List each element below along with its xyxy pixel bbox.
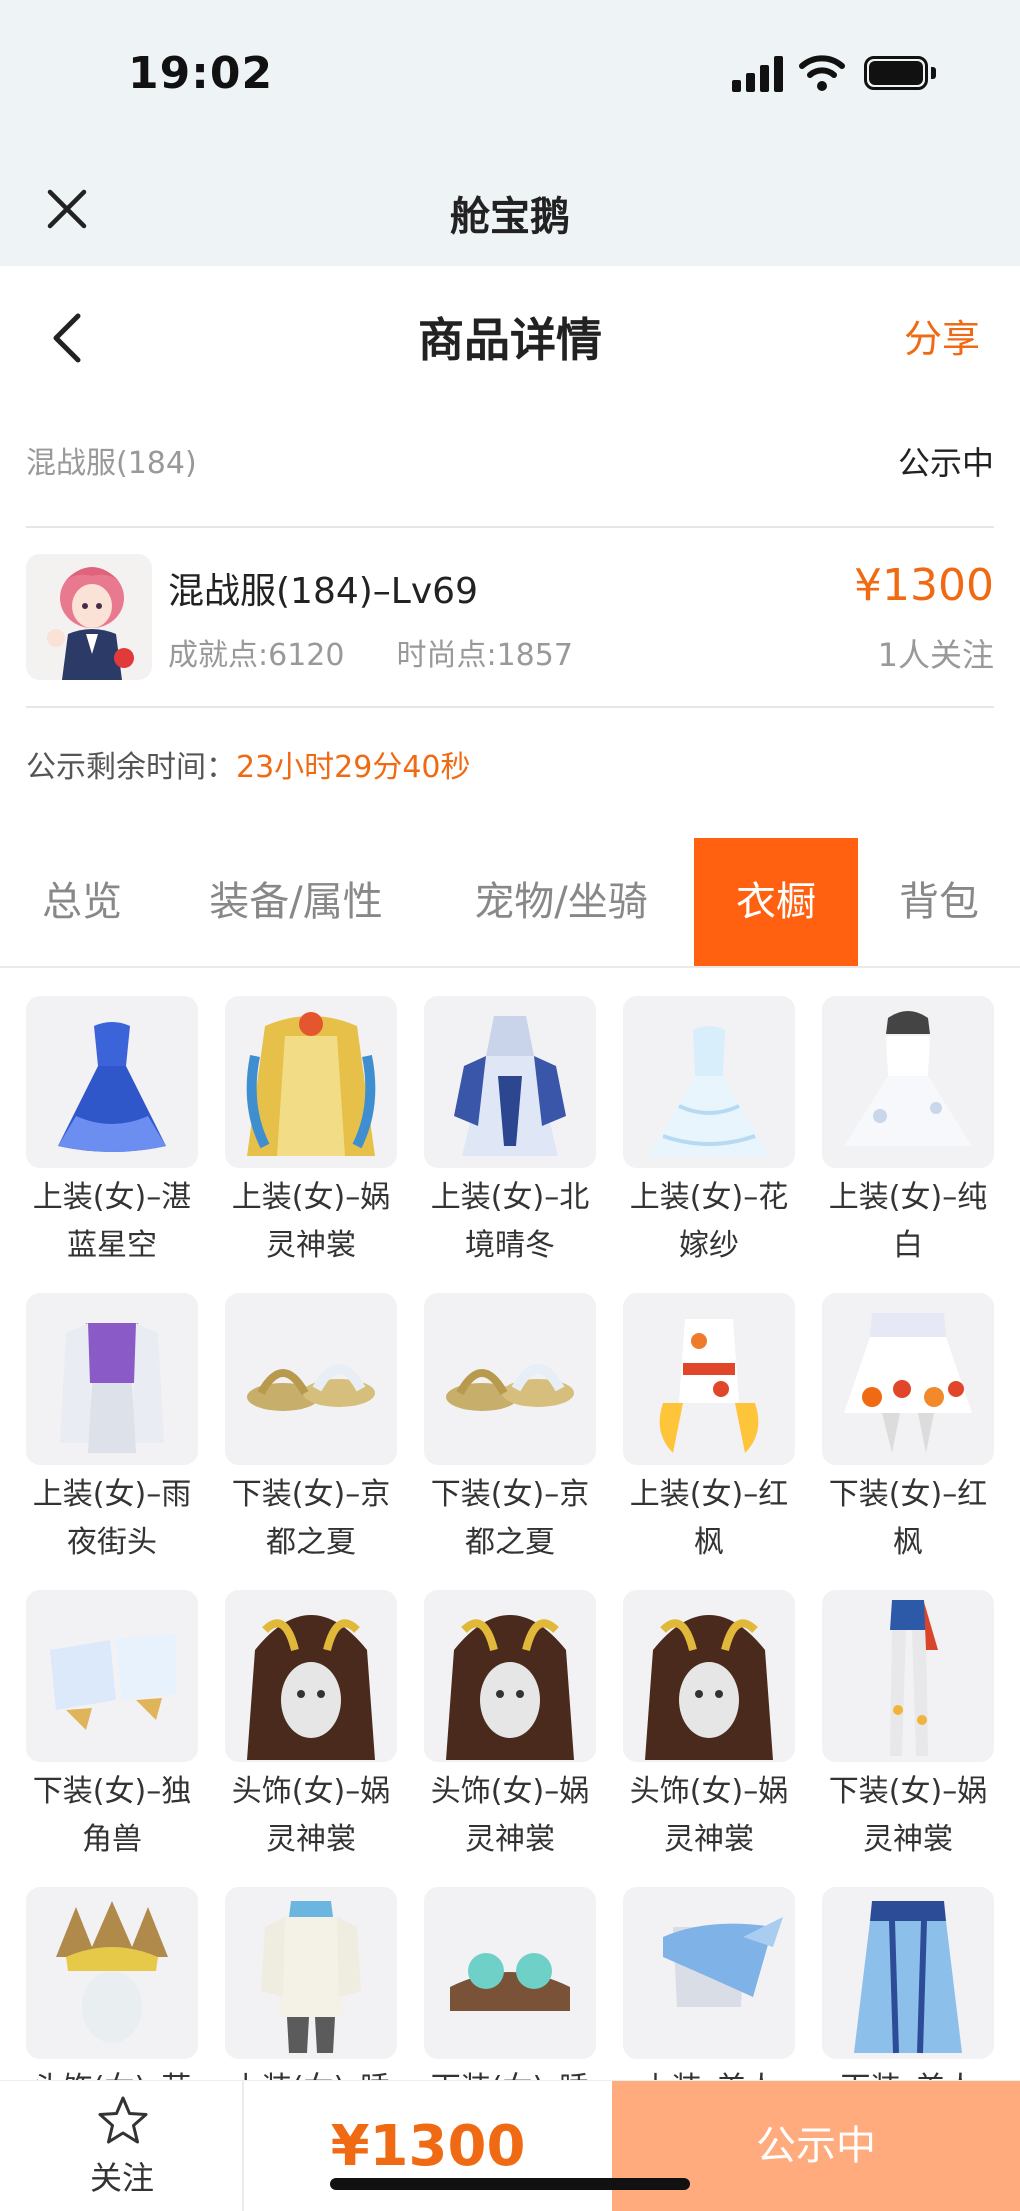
wardrobe-item[interactable]: 上装(女)–花嫁纱 <box>623 996 795 1270</box>
bottom-price: ¥1300 <box>330 2114 526 2179</box>
wardrobe-item-label: 上装(女)–红枫 <box>629 1477 789 1560</box>
page-title: 商品详情 <box>418 313 602 367</box>
wardrobe-item[interactable]: 下装(女)–京都之夏 <box>424 1293 596 1567</box>
wardrobe-item[interactable]: 下装(女)–京都之夏 <box>225 1293 397 1567</box>
star-icon <box>98 2096 148 2144</box>
maple-skirt-icon <box>822 1293 994 1465</box>
fashion-points: 时尚点:1857 <box>396 638 573 673</box>
divider <box>26 526 994 528</box>
legs-outfit-icon <box>822 1590 994 1762</box>
share-button[interactable]: 分享 <box>904 308 980 363</box>
follower-count: 1人关注 <box>877 636 994 674</box>
headdress-icon <box>623 1590 795 1762</box>
product-card[interactable]: 混战服(184)–Lv69 成就点:6120 时尚点:1857 ¥1300 1人关… <box>26 554 994 682</box>
cellular-signal-icon <box>732 56 784 92</box>
wardrobe-item[interactable]: 下装(女)–睡 <box>424 1887 596 2086</box>
divider <box>26 706 994 708</box>
wifi-icon <box>799 55 845 91</box>
follow-label: 关注 <box>89 2159 154 2197</box>
follow-button[interactable]: 关注 <box>0 2081 244 2211</box>
wardrobe-item-label: 头饰(女)–娲灵神裳 <box>430 1774 590 1857</box>
countdown-label: 公示剩余时间： <box>26 750 236 785</box>
wedding-dress-icon <box>623 996 795 1168</box>
golden-robe-icon <box>225 996 397 1168</box>
shawl-top-icon <box>623 1887 795 2059</box>
wardrobe-item-label: 下装(女)–独角兽 <box>32 1774 192 1857</box>
wardrobe-item-label: 上装(女)–湛蓝星空 <box>32 1180 192 1263</box>
app-title: 舱宝鹅 <box>450 194 570 240</box>
wardrobe-item[interactable]: 上装(女)–娲灵神裳 <box>225 996 397 1270</box>
home-indicator[interactable] <box>330 2178 690 2190</box>
publicity-status-button[interactable]: 公示中 <box>612 2081 1020 2211</box>
wardrobe-item-label: 下装(女)–娲灵神裳 <box>828 1774 988 1857</box>
wardrobe-item[interactable]: 头饰(女)–娲灵神裳 <box>225 1590 397 1864</box>
pajama-top-icon <box>225 1887 397 2059</box>
character-avatar <box>26 554 152 680</box>
wardrobe-item[interactable]: 上装–美人 <box>623 1887 795 2086</box>
countdown-row: 公示剩余时间：23小时29分40秒 <box>26 742 471 786</box>
status-time: 19:02 <box>128 48 274 99</box>
product-name: 混战服(184)–Lv69 <box>168 571 478 612</box>
product-price: ¥1300 <box>854 560 994 611</box>
wardrobe-item[interactable]: 上装(女)–北境晴冬 <box>424 996 596 1270</box>
wardrobe-item-label: 上装(女)–娲灵神裳 <box>231 1180 391 1263</box>
wardrobe-item[interactable]: 上装(女)–纯白 <box>822 996 994 1270</box>
slippers-icon <box>424 1887 596 2059</box>
tab-wardrobe[interactable]: 衣橱 <box>694 838 858 966</box>
white-dress-icon <box>822 996 994 1168</box>
headdress-icon <box>424 1590 596 1762</box>
winter-armor-icon <box>424 996 596 1168</box>
wardrobe-item[interactable]: 下装(女)–娲灵神裳 <box>822 1590 994 1864</box>
long-skirt-icon <box>822 1887 994 2059</box>
street-outfit-icon <box>26 1293 198 1465</box>
server-name: 混战服(184) <box>26 446 197 481</box>
listing-status: 公示中 <box>897 444 994 482</box>
blue-dress-icon <box>26 996 198 1168</box>
wardrobe-grid: 上装(女)–湛蓝星空 上装(女)–娲灵神裳 上装(女)–北境晴冬 上装(女)–花… <box>26 996 1000 2086</box>
battery-icon <box>864 56 936 90</box>
wardrobe-item[interactable]: 头饰(女)–萌 <box>26 1887 198 2086</box>
tab-equipment[interactable]: 装备/属性 <box>164 838 428 966</box>
wardrobe-item-label: 头饰(女)–娲灵神裳 <box>629 1774 789 1857</box>
unicorn-boots-icon <box>26 1590 198 1762</box>
maple-kimono-icon <box>623 1293 795 1465</box>
wardrobe-item[interactable]: 上装(女)–雨夜街头 <box>26 1293 198 1567</box>
wardrobe-item[interactable]: 下装(女)–红枫 <box>822 1293 994 1567</box>
nav-bar: 商品详情 分享 <box>0 266 1020 404</box>
wardrobe-item-label: 上装(女)–纯白 <box>828 1180 988 1263</box>
wardrobe-item-label: 上装(女)–花嫁纱 <box>629 1180 789 1263</box>
achievement-points: 成就点:6120 <box>168 638 345 673</box>
bottom-action-bar: 关注 ¥1300 公示中 <box>0 2080 1020 2211</box>
sandals-icon <box>424 1293 596 1465</box>
tab-overview[interactable]: 总览 <box>0 838 164 966</box>
feather-crown-icon <box>26 1887 198 2059</box>
product-meta: 成就点:6120 时尚点:1857 <box>168 630 573 674</box>
countdown-value: 23小时29分40秒 <box>236 750 471 785</box>
wardrobe-item-label: 头饰(女)–娲灵神裳 <box>231 1774 391 1857</box>
wardrobe-item[interactable]: 头饰(女)–娲灵神裳 <box>424 1590 596 1864</box>
wardrobe-item[interactable]: 上装(女)–睡 <box>225 1887 397 2086</box>
tab-backpack[interactable]: 背包 <box>858 838 1020 966</box>
app-header: 19:02 舱宝鹅 <box>0 0 1020 266</box>
wardrobe-item[interactable]: 下装–美人 <box>822 1887 994 2086</box>
wardrobe-item[interactable]: 上装(女)–红枫 <box>623 1293 795 1567</box>
sandals-icon <box>225 1293 397 1465</box>
wardrobe-item-label: 下装(女)–京都之夏 <box>231 1477 391 1560</box>
wardrobe-item-label: 下装(女)–红枫 <box>828 1477 988 1560</box>
wardrobe-item-label: 上装(女)–北境晴冬 <box>430 1180 590 1263</box>
wardrobe-item[interactable]: 上装(女)–湛蓝星空 <box>26 996 198 1270</box>
headdress-icon <box>225 1590 397 1762</box>
wardrobe-item[interactable]: 头饰(女)–娲灵神裳 <box>623 1590 795 1864</box>
wardrobe-item-label: 下装(女)–京都之夏 <box>430 1477 590 1560</box>
tab-pets[interactable]: 宠物/坐骑 <box>428 838 694 966</box>
detail-tabs: 总览 装备/属性 宠物/坐骑 衣橱 背包 <box>0 838 1020 968</box>
wardrobe-item-label: 上装(女)–雨夜街头 <box>32 1477 192 1560</box>
server-row: 混战服(184) 公示中 <box>26 438 994 490</box>
wardrobe-item[interactable]: 下装(女)–独角兽 <box>26 1590 198 1864</box>
